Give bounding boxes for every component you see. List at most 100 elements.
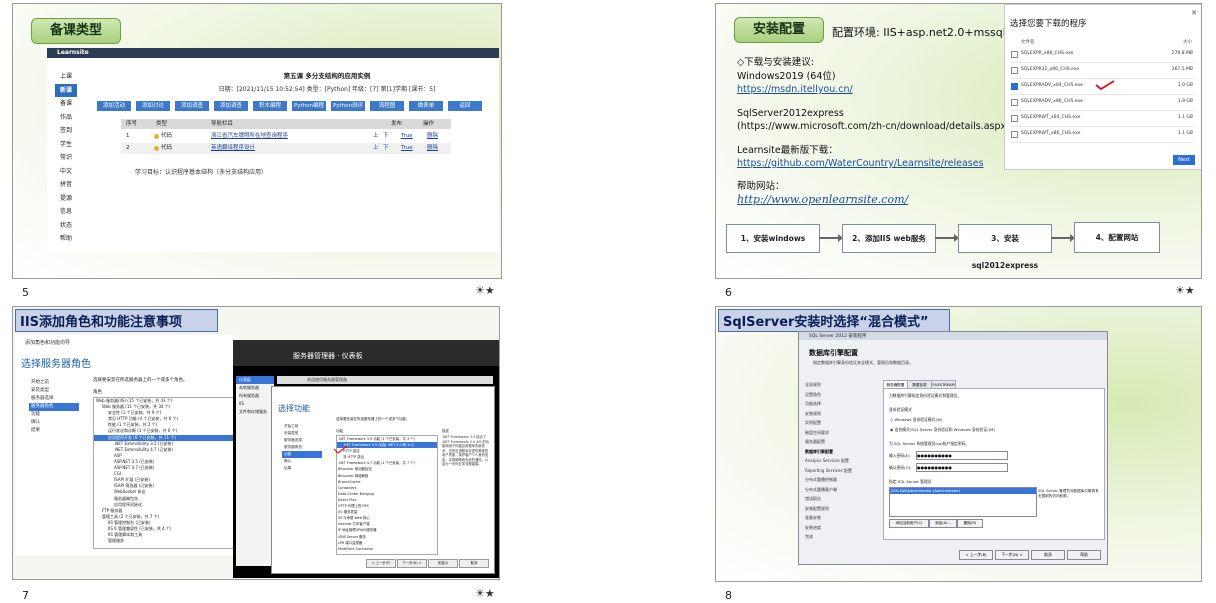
wizard-button[interactable]: 取消 [459, 559, 489, 568]
setup-nav-item[interactable]: 分布式重播客户端 [805, 485, 875, 495]
toolbar-button[interactable]: 添加调查 [175, 101, 209, 111]
wizard-nav-item[interactable]: 服务器选择 [29, 395, 79, 403]
help-link[interactable]: http://www.openlearnsite.com/ [737, 193, 1027, 207]
setup-nav-item[interactable]: Reporting Services 配置 [805, 466, 875, 476]
download-checkbox[interactable] [1011, 83, 1018, 90]
wizard-nav-item[interactable]: 开始之前 [29, 379, 79, 387]
sm-nav-item[interactable]: 文件和存储服务 [236, 408, 274, 416]
setup-nav-item[interactable]: 安装规则 [805, 409, 875, 419]
features-nav-item[interactable]: 安装类型 [282, 430, 322, 437]
download-row[interactable]: SQLEXPRADV_x86_CHS.exe 1.9 GB [1011, 95, 1193, 111]
slide-8[interactable]: SqlServer安装时选择“混合模式” SQL Server 2012 安装程… [715, 306, 1202, 582]
wizard-nav-item[interactable]: 确认 [29, 419, 79, 427]
move-down-link[interactable]: 下 [383, 143, 389, 154]
sidebar-item[interactable]: 中文 [55, 165, 77, 179]
download-checkbox[interactable] [1011, 99, 1018, 106]
toolbar-button[interactable]: 积木编程 [253, 101, 287, 111]
wizard-nav-item[interactable]: 安装类型 [29, 387, 79, 395]
download-checkbox[interactable] [1011, 51, 1018, 58]
sm-nav-item[interactable]: 仪表板 [236, 376, 274, 384]
sidebar-item[interactable]: 常识 [55, 151, 77, 165]
setup-nav-item[interactable]: 完成 [805, 532, 875, 542]
sidebar-item[interactable]: 上课 [55, 70, 77, 84]
footer-button[interactable]: 下一步(N) > [995, 550, 1029, 560]
admin-button[interactable]: 添加当前用户(C) [889, 519, 929, 528]
features-nav-item[interactable]: 开始之前 [282, 423, 322, 430]
feature-item[interactable]: MultiPoint Connector [337, 546, 437, 552]
move-up-link[interactable]: 上 [373, 131, 379, 142]
features-nav-item[interactable]: 结果 [282, 465, 322, 472]
sidebar-item[interactable]: 帮助 [55, 232, 77, 246]
delete-link[interactable]: 删除 [427, 131, 438, 142]
sidebar-item[interactable]: 信息 [55, 205, 77, 219]
sidebar-item[interactable]: 状态 [55, 219, 77, 233]
setup-nav-item[interactable]: 准备安装 [805, 513, 875, 523]
admin-list[interactable]: XSH-DW\Administrator (Administrator) [889, 487, 1037, 517]
toolbar-button[interactable]: 添加活动 [97, 101, 131, 111]
wizard-button[interactable]: < 上一步(P) [366, 559, 396, 568]
radio-mixed[interactable]: ◉ 混合模式(SQL Server 身份验证和 Windows 身份验证)(M) [890, 427, 995, 433]
features-nav-item[interactable]: 确认 [282, 458, 322, 465]
toolbar-button[interactable]: Python测评 [331, 101, 365, 111]
role-item[interactable]: 管理服务 [94, 538, 234, 544]
download-checkbox[interactable] [1011, 131, 1018, 138]
publish-link[interactable]: True [401, 131, 413, 142]
publish-link[interactable]: True [401, 143, 413, 154]
confirm-field[interactable]: ●●●●●●●●●● [916, 463, 1008, 472]
setup-nav-item[interactable]: 安装配置规则 [805, 504, 875, 514]
setup-nav-item[interactable]: 服务器配置 [805, 437, 875, 447]
setup-nav-item[interactable]: 错误报告 [805, 494, 875, 504]
sidebar-item[interactable]: 拼音 [55, 178, 77, 192]
toolbar-button[interactable]: Python编程 [292, 101, 326, 111]
footer-button[interactable]: 帮助 [1067, 550, 1101, 560]
wizard-button[interactable]: 下一步(N) > [397, 559, 427, 568]
sidebar-item[interactable]: 签到 [55, 124, 77, 138]
download-row[interactable]: SQLEXPRWT_x64_CHS.exe 1.1 GB [1011, 111, 1193, 127]
msdn-link[interactable]: https://msdn.itellyou.cn/ [737, 83, 1027, 97]
toolbar-button[interactable]: 添加讨论 [136, 101, 170, 111]
sidebar-item[interactable]: 作品 [55, 111, 77, 125]
toolbar-button[interactable]: 微表单 [409, 101, 443, 111]
setup-nav-item[interactable]: 设置角色 [805, 390, 875, 400]
slide-5[interactable]: 备课类型 Learnsite 上课 新课 备课 作品 签到 学生 常识 中文 拼音 提源 信息 状态帮… [12, 3, 502, 279]
slide-6[interactable]: 安装配置 配置环境: IIS+asp.net2.0+mssql ◇下载与安装建议… [715, 3, 1202, 279]
admin-user[interactable]: XSH-DW\Administrator (Administrator) [890, 488, 1036, 494]
row-title[interactable]: 浙江省汽车牌照所在地查询程序 [211, 131, 288, 142]
next-button[interactable]: Next [1173, 155, 1195, 165]
download-row[interactable]: SQLEXPRWT_x86_CHS.exe 1.1 GB [1011, 127, 1193, 143]
setup-nav-item[interactable]: 全局规则 [805, 380, 875, 390]
star-icon[interactable]: ☀★ [475, 587, 495, 600]
learnsite-link[interactable]: https://github.com/WaterCountry/Learnsit… [737, 157, 1027, 171]
setup-nav-item[interactable]: Analysis Services 配置 [805, 456, 875, 466]
close-icon[interactable]: ✕ [1191, 9, 1197, 17]
sm-nav-item[interactable]: 所有服务器 [236, 392, 274, 400]
toolbar-button[interactable]: 流程图 [370, 101, 404, 111]
admin-button[interactable]: 删除(R) [957, 519, 983, 528]
sidebar-item[interactable]: 新课 [55, 83, 77, 97]
setup-nav-item[interactable]: 功能选择 [805, 399, 875, 409]
move-down-link[interactable]: 下 [383, 131, 389, 142]
wizard-button[interactable]: 安装(I) [428, 559, 458, 568]
setup-nav-item[interactable]: 安装进度 [805, 523, 875, 533]
setup-nav-item[interactable]: 数据库引擎配置 [805, 447, 875, 457]
wizard-nav-item[interactable]: 功能 [29, 411, 79, 419]
features-nav-item[interactable]: 服务器选择 [282, 437, 322, 444]
download-checkbox[interactable] [1011, 67, 1018, 74]
sm-nav-item[interactable]: 本地服务器 [236, 384, 274, 392]
footer-button[interactable]: 取消 [1031, 550, 1065, 560]
features-nav-item[interactable]: 功能 [282, 451, 322, 458]
wizard-nav-item[interactable]: 服务器角色 [29, 403, 79, 411]
row-title[interactable]: 英语翻译程序设计 [211, 143, 255, 154]
sm-nav-item[interactable]: IIS [236, 400, 274, 408]
slide-7[interactable]: IIS添加角色和功能注意事项 添加角色和功能向导 选择服务器角色 开始之前 安装类… [12, 306, 500, 580]
download-row[interactable]: SQLEXPR_x86_CHS.exe 279.8 MB [1011, 47, 1193, 63]
wizard-nav-item[interactable]: 结果 [29, 427, 79, 435]
sidebar-item[interactable]: 提源 [55, 192, 77, 206]
setup-nav-item[interactable]: 实例配置 [805, 418, 875, 428]
move-up-link[interactable]: 上 [373, 143, 379, 154]
sidebar-item[interactable]: 学生 [55, 138, 77, 152]
toolbar-button[interactable]: 返回 [448, 101, 482, 111]
admin-button[interactable]: 添加(A)... [929, 519, 957, 528]
sidebar-item[interactable]: 备课 [55, 97, 77, 111]
toolbar-button[interactable]: 添加调查 [214, 101, 248, 111]
